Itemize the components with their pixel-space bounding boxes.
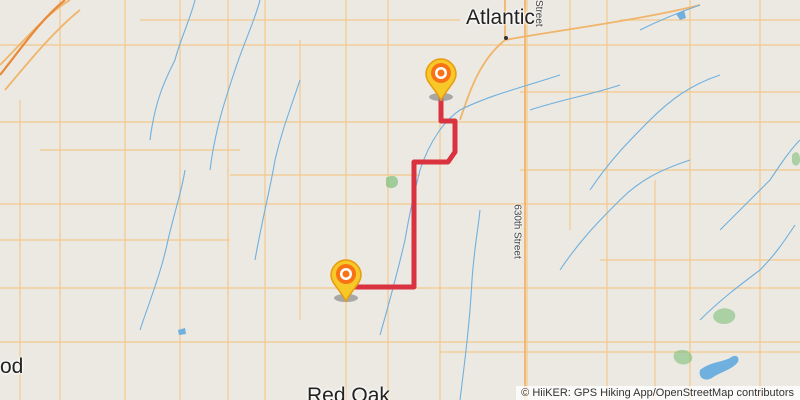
road-label-630th-street: 630th Street xyxy=(511,204,523,259)
copyright-symbol: © xyxy=(521,387,530,399)
place-label-red-oak: Red Oak xyxy=(307,384,390,400)
attribution-text[interactable]: HiiKER: GPS Hiking App/OpenStreetMap con… xyxy=(532,387,794,399)
town-dot xyxy=(504,36,508,40)
map-background xyxy=(0,0,800,400)
place-label-west-partial: od xyxy=(0,355,24,378)
park-area xyxy=(792,152,800,166)
map-view[interactable]: Atlantic Red Oak od 630th Street Street … xyxy=(0,0,800,400)
road-label-street: Street xyxy=(533,0,544,27)
place-label-atlantic: Atlantic xyxy=(466,6,535,29)
map-attribution[interactable]: © HiiKER: GPS Hiking App/OpenStreetMap c… xyxy=(516,386,800,400)
map-canvas xyxy=(0,0,800,400)
